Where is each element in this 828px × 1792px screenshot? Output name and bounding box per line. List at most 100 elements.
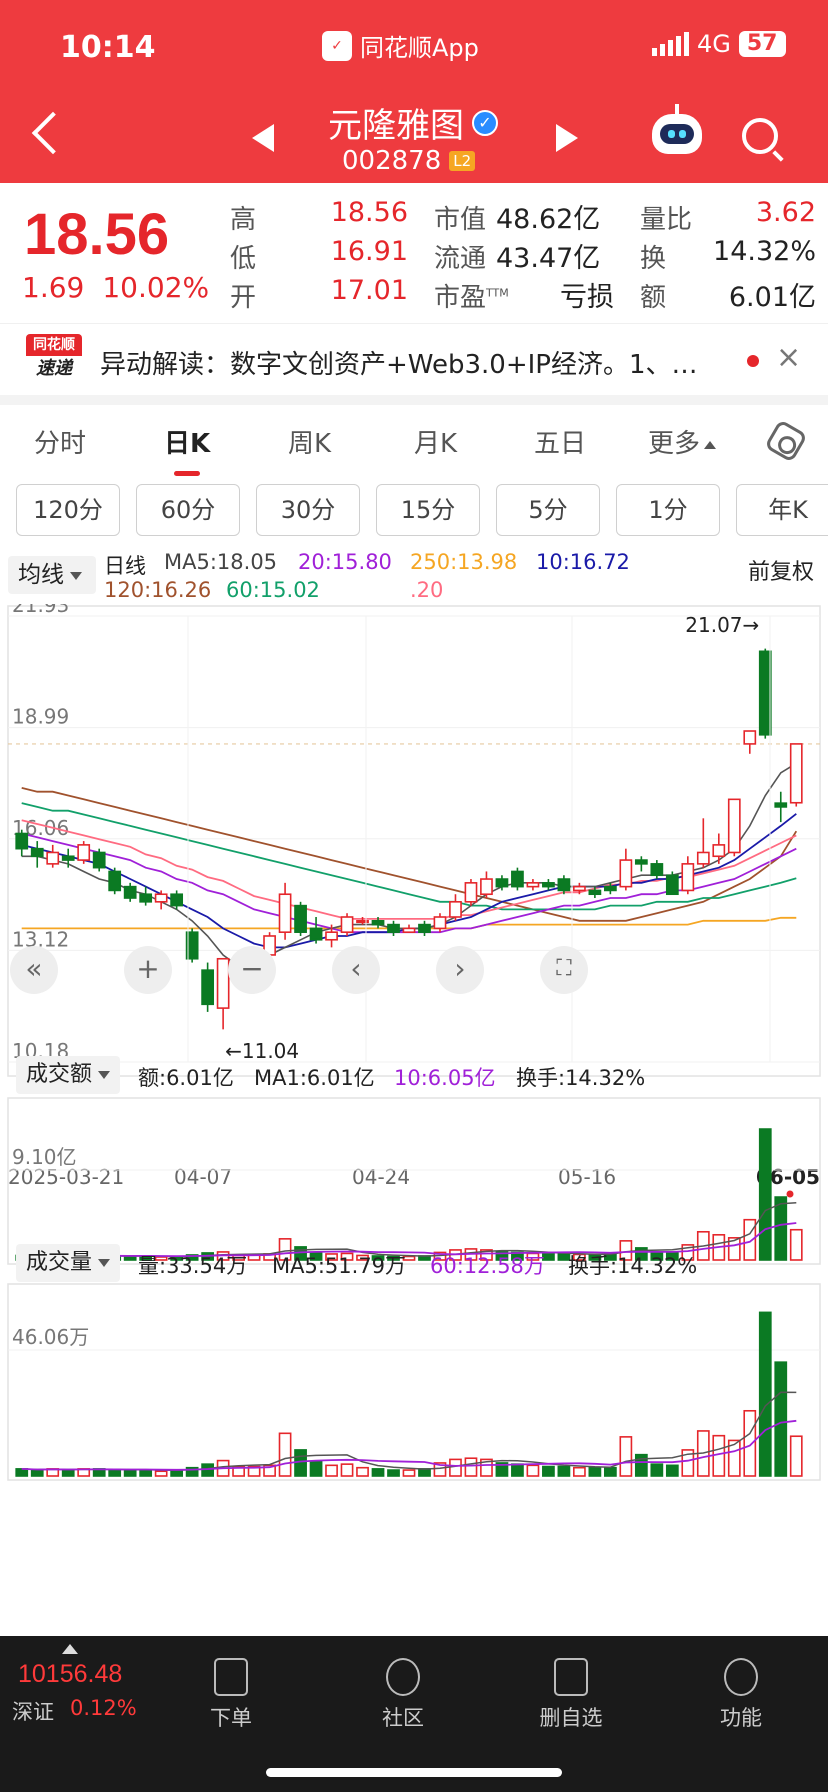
index-up-arrow-icon [62,1644,78,1654]
period-60m[interactable]: 60分 [136,484,240,536]
tab-intraday[interactable]: 分时 [34,423,86,460]
nav-community[interactable]: 社区 [348,1646,458,1732]
sub-bar [743,1409,757,1477]
amount-selector-label: 成交额 [26,1062,93,1087]
sub-ma-line [21,1391,797,1472]
zoom-in-icon[interactable]: + [124,946,172,994]
candle-body [61,855,75,861]
volume-value: 量:33.54万 [138,1254,248,1278]
sub-bar [603,1466,617,1477]
tab-five-day[interactable]: 五日 [534,423,586,460]
sub-bar [340,1463,354,1477]
candle-body [743,730,757,745]
ma10-value: 10:16.72 [536,550,630,574]
amount-ma10: 10:6.05亿 [394,1066,496,1090]
sub-bar [278,1432,292,1477]
tab-monthly-k[interactable]: 月K [414,423,457,460]
status-app: ✓ 同花顺App [322,28,479,63]
period-120m[interactable]: 120分 [16,484,120,536]
candle-body [619,859,633,888]
sub-y-tick-label: 46.06万 [12,1325,89,1349]
tab-weekly-k[interactable]: 周K [288,423,331,460]
news-bar[interactable]: 同花顺 速递 异动解读：数字文创资产+Web3.0+IP经济。1、… × [0,323,828,395]
fullscreen-icon[interactable]: ⛶ [540,946,588,994]
kline-chart-area[interactable]: 21.93 18.99 16.06 13.12 10.18 2025-03-21 04-0… [0,593,828,1634]
low-label: 低 [230,244,257,274]
amount-selector[interactable]: 成交额 [16,1056,121,1094]
amount-turnover: 换手:14.32% [516,1066,646,1090]
candle-body [108,870,122,892]
status-app-name: 同花顺App [360,34,479,62]
indicator-selector[interactable]: 均线 [8,556,96,594]
news-logo: 同花顺 速递 [26,334,82,384]
ma250-value: 250:13.98 [410,550,518,574]
period-30m[interactable]: 30分 [256,484,360,536]
candle-body [774,802,788,808]
candle-body [15,832,29,850]
current-date-dot [786,1190,794,1198]
home-indicator[interactable] [266,1768,562,1777]
mktcap-value: 48.62亿 [496,204,601,235]
nav-order[interactable]: 下单 [176,1646,286,1732]
adjust-mode[interactable]: 前复权 [748,554,814,586]
candle-body [387,923,400,933]
candle-body [588,889,602,896]
zoom-out-icon[interactable]: − [228,946,276,994]
candle-body [573,885,586,892]
index-value[interactable]: 10156.48 [18,1660,122,1689]
period-1m[interactable]: 1分 [616,484,720,536]
scroll-right-icon[interactable]: › [436,946,484,994]
news-close-icon[interactable]: × [776,340,801,375]
battery-icon: 57 [738,31,786,57]
ma120-line [21,787,798,922]
news-text[interactable]: 异动解读：数字文创资产+Web3.0+IP经济。1、… [100,344,720,381]
sub-bar [139,1469,153,1477]
high-marker: 21.07→ [685,612,760,637]
verified-icon: ✓ [472,109,498,136]
bottom-bar: 10156.48 深证 0.12% 下单 社区 删自选 功能 [0,1636,828,1792]
assistant-robot-icon[interactable] [652,104,702,154]
sub-bar [789,1435,803,1477]
l2-badge[interactable]: L2 [449,151,476,171]
candle-body [30,847,44,858]
search-icon[interactable] [742,118,778,154]
candle-body [696,851,710,865]
candle-body [340,916,354,933]
ma5-value: MA5:18.05 [164,550,278,574]
nav-remove-watchlist[interactable]: 删自选 [516,1646,626,1732]
candle-body [557,878,571,892]
back-icon[interactable] [31,111,75,155]
volume-ma5: MA5:51.79万 [272,1254,407,1278]
tab-more-label: 更多 [648,429,701,459]
nav-order-label: 下单 [210,1706,252,1730]
candle-body [92,851,106,869]
x-tick-label: 04-24 [352,1165,410,1189]
kline-chart[interactable]: 21.9318.9916.0613.1210.18 2025-03-21 04-0… [0,593,828,1634]
tab-daily-k[interactable]: 日K [164,423,210,460]
period-15m[interactable]: 15分 [376,484,480,536]
sub-bar [418,1468,431,1477]
candle-body [480,878,493,896]
nav-remove-watchlist-label: 删自选 [539,1706,603,1730]
ma-extra-value: .20 [410,578,444,602]
nav-functions[interactable]: 功能 [686,1646,796,1732]
volume-legend: 成交量 量:33.54万 MA5:51.79万 60:12.58万 换手:14.… [0,1240,828,1286]
scroll-left-icon[interactable]: ‹ [332,946,380,994]
index-name: 深证 [12,1700,54,1724]
candle-body [402,927,416,933]
period-year-k[interactable]: 年K [736,484,828,536]
price-change: 1.69 10.02% [22,271,209,304]
volume-selector[interactable]: 成交量 [16,1244,121,1282]
sub-bar [371,1468,385,1477]
tab-more[interactable]: 更多 [648,423,717,460]
rewind-icon[interactable]: « [10,946,58,994]
amount-value: 额:6.01亿 [138,1066,234,1090]
chart-settings-icon[interactable] [764,419,808,463]
index-pct: 0.12% [70,1696,137,1720]
ma20-value: 20:15.80 [298,550,392,574]
next-stock-icon[interactable] [556,124,578,152]
prev-stock-icon[interactable] [252,124,274,152]
sub-bar [154,1470,168,1477]
period-5m[interactable]: 5分 [496,484,600,536]
candle-body [216,957,230,1009]
